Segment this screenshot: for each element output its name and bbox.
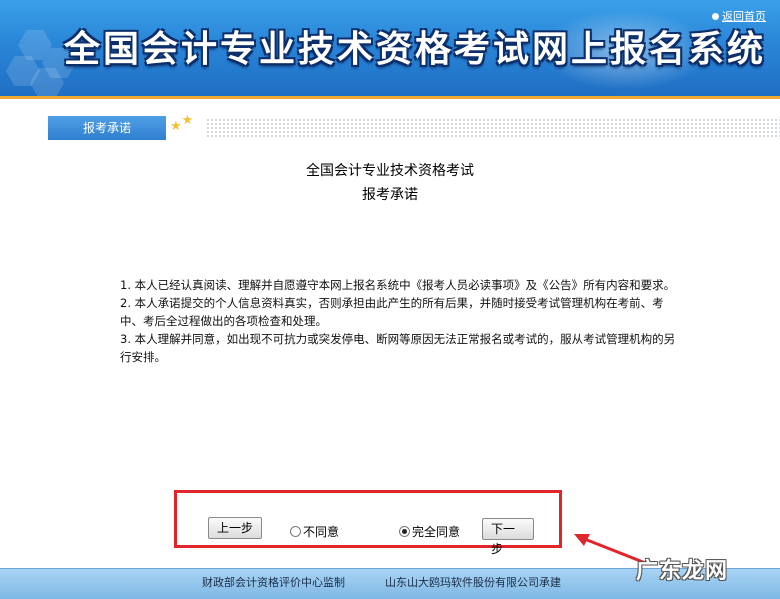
- agree-label: 完全同意: [412, 525, 461, 539]
- header-banner: 全国会计专业技术资格考试网上报名系统 返回首页: [0, 0, 780, 96]
- star-icon: ★: [181, 113, 194, 128]
- agree-radio[interactable]: 完全同意: [399, 523, 460, 540]
- bullet-icon: [712, 12, 719, 20]
- term-item: 3. 本人理解并同意，如出现不可抗力或突发停电、断网等原因无法正常报名或考试的，…: [120, 332, 676, 364]
- page-subtitle: 报考承诺: [362, 187, 418, 203]
- disagree-radio[interactable]: 不同意: [290, 523, 339, 540]
- footer-supervisor: 财政部会计资格评价中心监制: [202, 576, 345, 589]
- star-icon: ★: [170, 119, 182, 134]
- disagree-label: 不同意: [303, 525, 340, 539]
- radio-icon: [290, 526, 301, 537]
- next-step-button[interactable]: 下一步: [482, 518, 534, 556]
- star-icons: ★★: [170, 113, 194, 134]
- terms-text: 1. 本人已经认真阅读、理解并自愿遵守本网上报名系统中《报考人员必读事项》及《公…: [120, 276, 680, 366]
- watermark: 广东龙网: [636, 559, 729, 584]
- term-item: 1. 本人已经认真阅读、理解并自愿遵守本网上报名系统中《报考人员必读事项》及《公…: [120, 278, 676, 292]
- header-divider: [0, 96, 780, 99]
- footer-builder: 山东山大鸥玛软件股份有限公司承建: [385, 576, 561, 589]
- section-tab-row: 报考承诺 ★★: [48, 113, 780, 140]
- system-title: 全国会计专业技术资格考试网上报名系统: [64, 28, 767, 70]
- dotted-pattern: [206, 118, 780, 138]
- home-link[interactable]: 返回首页: [712, 8, 766, 24]
- prev-step-button[interactable]: 上一步: [208, 517, 262, 539]
- tab-commitment[interactable]: 报考承诺: [48, 116, 166, 140]
- home-link-label: 返回首页: [722, 10, 766, 23]
- term-item: 2. 本人承诺提交的个人信息资料真实，否则承担由此产生的所有后果，并随时接受考试…: [120, 296, 664, 328]
- page-title: 全国会计专业技术资格考试: [306, 163, 474, 179]
- radio-checked-icon: [399, 526, 410, 537]
